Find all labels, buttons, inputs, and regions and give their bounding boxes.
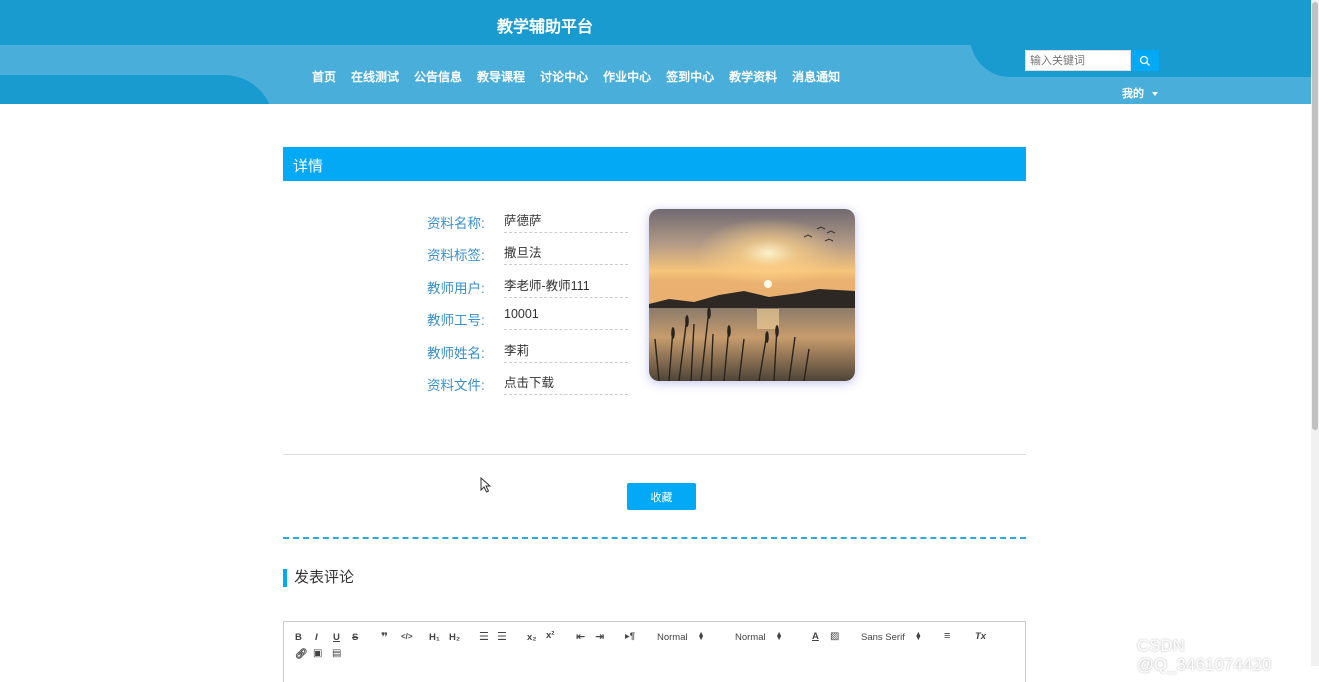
size-select[interactable]: Normal ▲ ▼ [735, 631, 783, 643]
header-select-value: Normal [657, 632, 688, 643]
code-block-icon[interactable]: </> [401, 632, 413, 641]
user-menu[interactable]: 我的 [1122, 85, 1158, 101]
dashed-divider [283, 537, 1026, 539]
nav-announcements[interactable]: 公告信息 [414, 68, 462, 85]
chevron-down-icon [1152, 92, 1158, 96]
field-value: 萨德萨 [504, 208, 628, 233]
mouse-cursor-icon [480, 477, 492, 493]
text-direction-icon[interactable]: ▸¶ [625, 631, 635, 642]
search-button[interactable] [1131, 50, 1159, 71]
field-row-teacher-name: 教师姓名: 李莉 [427, 338, 628, 370]
comment-editor: B I U S ❞ </> H₁ H₂ ☰ ☰ x₂ x² ⇤ ⇥ ▸¶ Nor… [283, 621, 1026, 682]
bold-button[interactable]: B [295, 632, 302, 643]
field-label: 教师工号: [427, 313, 485, 329]
blockquote-icon[interactable]: ❞ [381, 630, 388, 644]
field-value: 10001 [504, 305, 628, 331]
field-label: 教师用户: [427, 280, 485, 296]
favorite-button[interactable]: 收藏 [627, 483, 696, 510]
align-icon[interactable]: ≡ [944, 630, 950, 642]
nav-home[interactable]: 首页 [312, 68, 336, 85]
field-row-name: 资料名称: 萨德萨 [427, 208, 628, 240]
heading2-button[interactable]: H₂ [449, 632, 460, 643]
text-color-icon[interactable]: A [812, 631, 819, 642]
bullet-list-icon[interactable]: ☰ [497, 630, 507, 643]
outdent-icon[interactable]: ⇤ [576, 630, 585, 643]
nav-online-test[interactable]: 在线测试 [351, 68, 399, 85]
header-select[interactable]: Normal ▲ ▼ [657, 631, 705, 643]
select-arrows-icon: ▲ ▼ [775, 631, 783, 643]
section-divider [283, 454, 1026, 455]
field-row-teacher-user: 教师用户: 李老师-教师111 [427, 273, 628, 305]
top-header: 教学辅助平台 首页 在线测试 公告信息 教导课程 讨论中心 作业中心 签到中心 … [0, 0, 1311, 104]
detail-title: 详情 [293, 158, 324, 175]
download-link[interactable]: 点击下载 [504, 370, 628, 395]
strike-button[interactable]: S [352, 632, 358, 643]
field-row-file: 资料文件: 点击下载 [427, 370, 628, 402]
page-scrollbar[interactable] [1311, 0, 1319, 666]
nav-materials[interactable]: 教学资料 [729, 68, 777, 85]
background-color-icon[interactable]: ▨ [830, 631, 839, 642]
user-menu-label: 我的 [1122, 87, 1144, 100]
comment-section-title: 发表评论 [283, 569, 354, 587]
font-select-value: Sans Serif [861, 632, 905, 643]
field-label: 资料名称: [427, 216, 485, 231]
main-nav: 首页 在线测试 公告信息 教导课程 讨论中心 作业中心 签到中心 教学资料 消息… [312, 68, 855, 85]
field-label: 资料标签: [427, 248, 485, 264]
field-row-teacher-id: 教师工号: 10001 [427, 305, 628, 337]
nav-homework[interactable]: 作业中心 [603, 68, 651, 85]
field-label: 资料文件: [427, 377, 485, 393]
ordered-list-icon[interactable]: ☰ [479, 630, 489, 643]
image-icon[interactable]: ▣ [313, 648, 322, 659]
select-arrows-icon: ▲ ▼ [914, 631, 922, 643]
italic-button[interactable]: I [315, 632, 318, 643]
subscript-button[interactable]: x₂ [527, 632, 537, 643]
field-label: 教师姓名: [427, 345, 485, 361]
size-select-value: Normal [735, 632, 766, 643]
site-title: 教学辅助平台 [497, 19, 594, 36]
scrollbar-thumb[interactable] [1312, 2, 1318, 430]
superscript-button[interactable]: x² [546, 630, 554, 641]
clear-format-icon[interactable]: Tx [975, 631, 986, 642]
nav-messages[interactable]: 消息通知 [792, 68, 840, 85]
search-box [1025, 50, 1159, 71]
nav-discussion[interactable]: 讨论中心 [540, 68, 588, 85]
nav-courses[interactable]: 教导课程 [477, 68, 525, 85]
material-image [649, 209, 855, 381]
video-icon[interactable]: ▤ [332, 648, 341, 659]
search-icon [1139, 55, 1150, 66]
nav-checkin[interactable]: 签到中心 [666, 68, 714, 85]
link-icon[interactable]: 🔗︎ [295, 649, 308, 660]
header-decoration-left [0, 75, 274, 104]
field-row-tag: 资料标签: 撒旦法 [427, 240, 628, 272]
field-value: 李莉 [504, 338, 628, 363]
indent-icon[interactable]: ⇥ [595, 630, 604, 643]
watermark: CSDN @Q_3461074420 [1137, 637, 1272, 674]
font-select[interactable]: Sans Serif ▲ ▼ [861, 631, 922, 643]
field-value: 撒旦法 [504, 240, 628, 266]
underline-button[interactable]: U [333, 632, 340, 643]
select-arrows-icon: ▲ ▼ [697, 631, 705, 643]
detail-header: 详情 [283, 147, 1026, 181]
search-input[interactable] [1025, 50, 1131, 71]
detail-fields: 资料名称: 萨德萨 资料标签: 撒旦法 教师用户: 李老师-教师111 教师工号… [427, 208, 628, 402]
heading1-button[interactable]: H₁ [429, 632, 440, 643]
field-value: 李老师-教师111 [504, 273, 628, 298]
